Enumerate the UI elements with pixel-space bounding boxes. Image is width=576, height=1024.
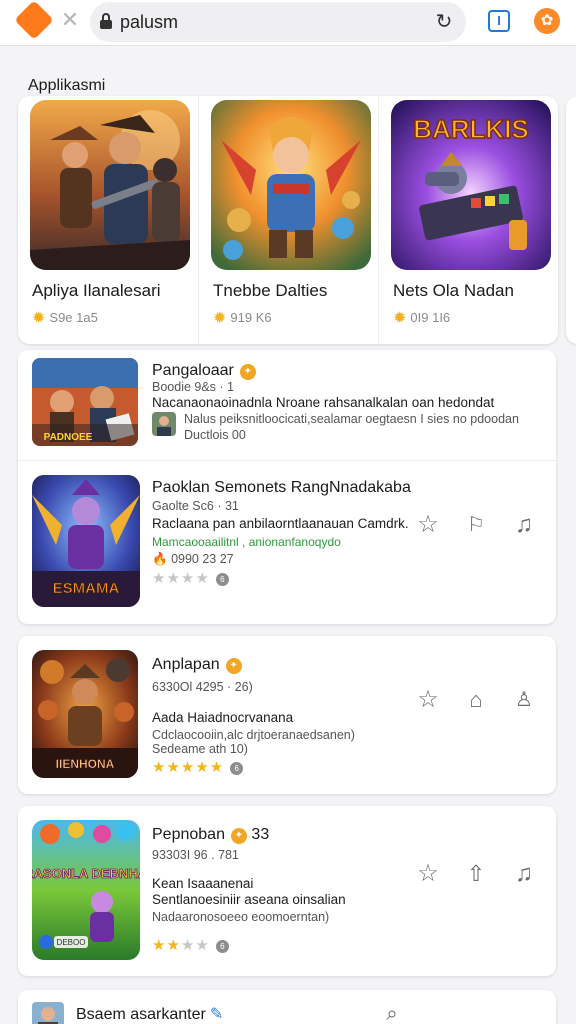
tools-icon[interactable]: ✕ [58,8,82,32]
verified-badge-icon: ✦ [239,364,256,380]
address-bar[interactable]: palusm ↻ [90,2,466,42]
app-thumbnail[interactable]: PADNOEE [32,358,138,446]
thumb-subtitle-text: DEBOO [57,938,86,947]
app-description: Nacanaonaoinadnla Nroane rahsanalkalan o… [152,395,495,410]
thumb-title-text: IIENHONA [56,757,115,771]
reload-icon[interactable]: ↻ [432,10,456,34]
rating-sun-icon: ✹ [32,310,46,327]
address-text[interactable]: palusm [120,12,178,33]
app-description: Aada Haiadnocrvanana [152,710,294,725]
app-name: Apliya Ilanalesari [32,281,161,300]
featured-app-3[interactable]: BARLKIS Nets Ola Nadan ✹ 0I9 1I6 [378,96,558,344]
app-meta: 🔥 0990 23 27 [152,552,234,566]
app-description: Raclaana pan anbilaorntlaanauan Camdrk. [152,516,409,531]
app-thumbnail[interactable]: IIENHONA [32,650,138,778]
app-artwork[interactable] [211,100,371,270]
home-icon[interactable]: ⌂ [462,686,490,714]
rating-sun-icon: ✹ [213,310,227,327]
favorite-star-icon[interactable]: ☆ [414,686,442,714]
app-title[interactable]: Paoklan Semonets RangNnadakaba [152,479,411,497]
music-note-icon[interactable]: ♫ [510,860,538,888]
rating-count: 6 [215,573,229,586]
list-item[interactable]: ESMAMA Paoklan Semonets RangNnadakaba Ga… [18,461,556,624]
thumb-title-text: PRASONLA DEBNHAN [32,866,140,881]
list-item[interactable]: IIENHONA Anplapan ✦ 6330Ol 4295 · 26) Aad… [18,636,556,794]
menu-icon[interactable]: ✿ [534,8,560,34]
featured-app-1[interactable]: Apliya Ilanalesari ✹ S9e 1a5 [18,96,198,344]
app-description-secondary: Nalus peiksnitloocicati,sealamar oegtaes… [184,412,519,426]
app-subtitle: 6330Ol 4295 · 26) [152,680,253,694]
app-title[interactable]: Pepnoban ✦ 33 [152,826,269,844]
app-meta: Nadaaronosoeeo eoomoerntan) [152,910,330,924]
developer-avatar [152,412,176,436]
list-item[interactable]: PRASONLA DEBNHAN DEBOO Pepnoban✦ 33 9330… [18,806,556,976]
favorite-star-icon[interactable]: ☆ [414,860,442,888]
thumb-title-text: ESMAMA [53,580,120,597]
row-actions: ☆ ⌂ ♙ [414,686,544,714]
app-thumbnail[interactable]: PRASONLA DEBNHAN DEBOO [32,820,140,960]
rating-sun-icon: ✹ [393,310,407,327]
app-meta: ✹ S9e 1a5 [32,310,98,327]
app-name: Nets Ola Nadan [393,281,514,300]
rating-count: 6 [230,762,244,775]
verified-badge-icon: ✦ [225,658,242,674]
featured-carousel: Apliya Ilanalesari ✹ S9e 1a5 Tnebbe Dalt… [18,96,558,344]
app-meta: ✹ 919 K6 [213,310,272,327]
app-artwork[interactable] [30,100,190,270]
flame-icon: 🔥 [152,552,168,566]
app-subtitle: Gaolte Sc6 · 31 [152,499,239,513]
app-logo-icon[interactable] [14,0,54,40]
app-list-card: PADNOEE Pangaloaar ✦ Boodie 9&s · 1 Nacan… [18,350,556,624]
carousel-next-peek[interactable] [566,96,576,344]
rating-count: 6 [215,940,229,953]
app-thumbnail[interactable]: ESMAMA [32,475,140,607]
app-title[interactable]: Anplapan ✦ [152,656,242,674]
app-meta: ✹ 0I9 1I6 [393,310,451,327]
app-description: Kean Isaaanenai [152,876,254,891]
rating-stars: ★★★★★ 6 [152,758,244,776]
app-title[interactable]: Pangaloaar ✦ [152,362,256,380]
row-actions: ☆ ⚐ ♫ [414,511,544,539]
music-note-icon[interactable]: ♫ [510,511,538,539]
user-icon[interactable]: ♙ [510,686,538,714]
rating-stars: ★★★★ 6 [152,936,229,954]
app-description-secondary: Sentlanoesiniir aseana oinsalian [152,892,346,907]
featured-app-2[interactable]: Tnebbe Dalties ✹ 919 K6 [198,96,378,344]
app-meta: Sedeame ath 10) [152,742,248,756]
artwork-banner-text: BARLKIS [413,114,529,144]
list-item[interactable]: PADNOEE Pangaloaar ✦ Boodie 9&s · 1 Nacan… [18,350,556,460]
app-name: Tnebbe Dalties [213,281,328,300]
app-list-card: PRASONLA DEBNHAN DEBOO Pepnoban✦ 33 9330… [18,806,556,976]
app-subtitle: Boodie 9&s · 1 [152,380,234,394]
verified-badge-icon: ✦ [230,828,247,844]
favorite-star-icon[interactable]: ☆ [414,511,442,539]
share-arrow-icon[interactable]: ⇧ [462,860,490,888]
app-description-secondary: Cdclaocooiin,alc drjtoeranaedsanen) [152,728,355,742]
section-title: Applikasmi [28,77,106,94]
lock-icon [100,13,112,29]
app-artwork[interactable]: BARLKIS [391,100,551,270]
bookmark-flag-icon[interactable]: ⚐ [462,511,490,539]
app-list-card: IIENHONA Anplapan ✦ 6330Ol 4295 · 26) Aad… [18,636,556,794]
search-icon[interactable]: ⌕ [380,1002,404,1024]
tabs-icon[interactable]: I [488,10,510,32]
edit-pencil-icon[interactable]: ✎ [210,1006,223,1023]
app-meta: Ductlois 00 [184,428,246,442]
row-actions: ☆ ⇧ ♫ [414,860,544,888]
thumb-title-text: PADNOEE [44,432,93,443]
app-thumbnail[interactable] [32,1002,64,1024]
rating-stars: ★★★★ 6 [152,569,229,587]
app-subtitle: 93303I 96 . 781 [152,848,239,862]
app-list-card: Bsaem asarkanter ✎ ⌕ [18,990,556,1024]
app-title[interactable]: Bsaem asarkanter ✎ [76,1004,223,1024]
app-tagline: Mamcaooaailitnl , anionanfanoqydo [152,535,341,549]
browser-toolbar: ✕ palusm ↻ I ✿ [0,0,576,46]
